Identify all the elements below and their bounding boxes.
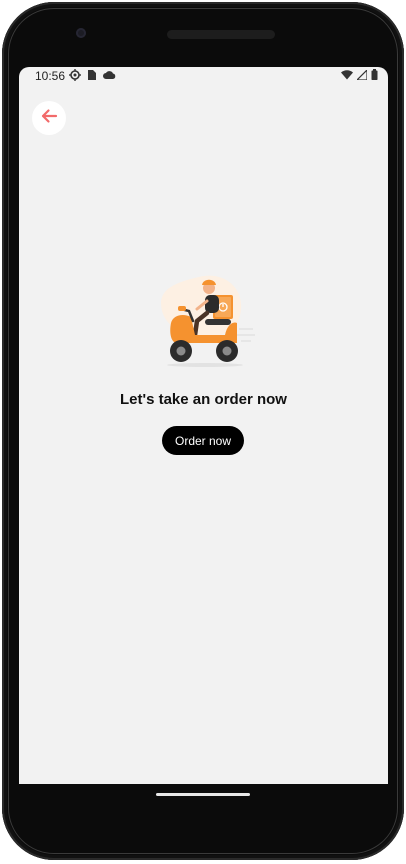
arrow-left-icon bbox=[40, 108, 58, 129]
status-icons-left bbox=[69, 68, 116, 84]
status-time: 10:56 bbox=[35, 69, 66, 83]
sim-card-icon bbox=[87, 69, 97, 84]
cell-signal-icon bbox=[355, 68, 368, 83]
front-camera bbox=[76, 28, 86, 38]
battery-icon bbox=[371, 69, 378, 83]
back-button[interactable] bbox=[32, 101, 66, 135]
app-screen: 10:56 Let's take an order now Order now bbox=[19, 67, 388, 804]
delivery-scooter-illustration bbox=[151, 273, 257, 369]
empty-state-title: Let's take an order now bbox=[120, 391, 287, 408]
wifi-icon bbox=[341, 69, 353, 83]
cloud-icon bbox=[103, 69, 116, 83]
order-now-button[interactable]: Order now bbox=[162, 426, 244, 455]
earpiece-speaker bbox=[167, 30, 275, 39]
home-gesture-handle[interactable] bbox=[156, 793, 250, 796]
status-icons-right bbox=[341, 68, 378, 83]
settings-gear-icon bbox=[69, 68, 81, 84]
status-bar: 10:56 bbox=[19, 67, 388, 85]
